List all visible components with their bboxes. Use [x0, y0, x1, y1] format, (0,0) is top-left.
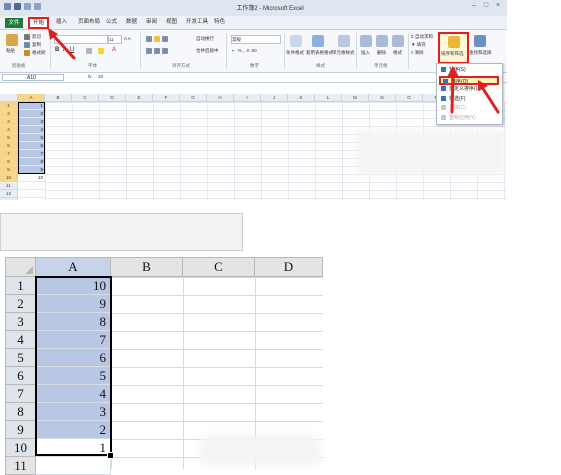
corner-triangle-icon	[25, 266, 33, 274]
arrow-to-descending	[480, 85, 500, 114]
cell-a11[interactable]	[36, 457, 111, 475]
row-header-4[interactable]: 4	[5, 331, 36, 349]
row-header-2[interactable]: 2	[5, 295, 36, 313]
row-header-1[interactable]: 1	[5, 277, 36, 295]
blurred-region	[200, 435, 320, 465]
row-header-9[interactable]: 9	[5, 421, 36, 439]
row-header-3[interactable]: 3	[5, 313, 36, 331]
fill-handle[interactable]	[107, 452, 114, 459]
toolbar-placeholder	[0, 213, 243, 251]
row-header-10[interactable]: 10	[5, 439, 36, 457]
column-header-b[interactable]: B	[111, 257, 183, 277]
row-header-8[interactable]: 8	[5, 403, 36, 421]
row-header-11[interactable]: 11	[5, 457, 36, 475]
arrow-to-sort-button	[450, 72, 455, 114]
column-header-a[interactable]: A	[36, 257, 111, 277]
select-all-corner[interactable]	[5, 257, 36, 277]
column-header-c[interactable]: C	[183, 257, 255, 277]
row-header-7[interactable]: 7	[5, 385, 36, 403]
column-header-d[interactable]: D	[255, 257, 323, 277]
arrow-to-home-tab	[50, 32, 76, 60]
selection-frame	[35, 276, 112, 456]
row-header-6[interactable]: 6	[5, 367, 36, 385]
row-header-5[interactable]: 5	[5, 349, 36, 367]
arrow-head	[447, 66, 459, 77]
